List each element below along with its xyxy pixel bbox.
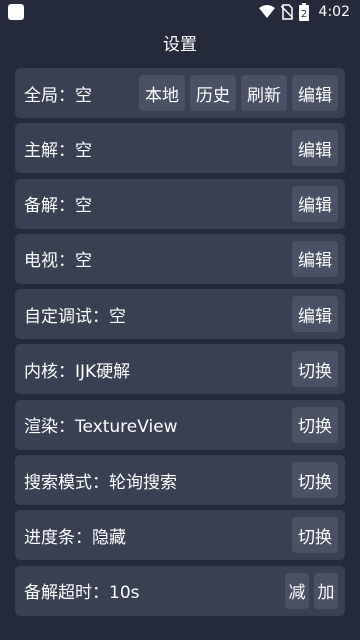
history-button[interactable]: 历史 — [190, 75, 236, 111]
edit-button[interactable]: 编辑 — [292, 296, 338, 333]
settings-list: 全局：空 本地 历史 刷新 编辑 主解：空 编辑 备解：空 编辑 电视：空 编辑 自定调试：空 编辑 内核… — [15, 68, 345, 621]
no-sim-icon — [280, 4, 293, 20]
switch-button[interactable]: 切换 — [292, 351, 338, 388]
setting-actions: 切换 — [292, 462, 338, 499]
setting-label: 备解超时：10s — [24, 583, 140, 604]
setting-label: 电视：空 — [24, 251, 92, 272]
setting-label: 备解：空 — [24, 196, 92, 217]
setting-label: 全局：空 — [24, 85, 92, 106]
setting-actions: 编辑 — [292, 240, 338, 277]
setting-actions: 编辑 — [292, 130, 338, 167]
setting-actions: 编辑 — [292, 296, 338, 333]
switch-button[interactable]: 切换 — [292, 462, 338, 499]
setting-label: 内核：IJK硬解 — [24, 361, 131, 382]
setting-row-tv: 电视：空 编辑 — [15, 233, 345, 284]
setting-row-progress-bar: 进度条：隐藏 切换 — [15, 510, 345, 561]
setting-row-primary-parser: 主解：空 编辑 — [15, 123, 345, 174]
setting-row-global: 全局：空 本地 历史 刷新 编辑 — [15, 68, 345, 118]
switch-button[interactable]: 切换 — [292, 406, 338, 443]
edit-button[interactable]: 编辑 — [292, 185, 338, 222]
setting-row-renderer: 渲染：TextureView 切换 — [15, 399, 345, 450]
increase-button[interactable]: 加 — [314, 572, 338, 609]
edit-button[interactable]: 编辑 — [292, 130, 338, 167]
setting-row-search-mode: 搜索模式：轮询搜索 切换 — [15, 455, 345, 506]
switch-button[interactable]: 切换 — [292, 517, 338, 554]
status-bar: 2 4:02 — [0, 0, 360, 24]
page-title: 设置 — [163, 35, 197, 55]
clock-time: 4:02 — [318, 4, 350, 20]
setting-row-custom-debug: 自定调试：空 编辑 — [15, 289, 345, 340]
battery-icon: 2 — [298, 3, 309, 21]
setting-label: 进度条：隐藏 — [24, 527, 126, 548]
setting-label: 搜索模式：轮询搜索 — [24, 472, 177, 493]
edit-button[interactable]: 编辑 — [292, 75, 338, 111]
setting-label: 主解：空 — [24, 140, 92, 161]
setting-actions: 切换 — [292, 406, 338, 443]
setting-row-backup-parser: 备解：空 编辑 — [15, 178, 345, 229]
setting-row-backup-timeout: 备解超时：10s 减加 — [15, 565, 345, 616]
setting-actions: 减加 — [285, 572, 338, 609]
setting-row-player-core: 内核：IJK硬解 切换 — [15, 344, 345, 395]
setting-actions: 切换 — [292, 351, 338, 388]
setting-label: 渲染：TextureView — [24, 417, 178, 438]
setting-actions: 编辑 — [292, 185, 338, 222]
app-notification-icon — [8, 4, 24, 20]
decrease-button[interactable]: 减 — [285, 572, 309, 609]
edit-button[interactable]: 编辑 — [292, 240, 338, 277]
wifi-icon — [258, 5, 275, 18]
refresh-button[interactable]: 刷新 — [241, 75, 287, 111]
setting-actions: 本地 历史 刷新 编辑 — [139, 75, 338, 111]
status-icons: 2 4:02 — [258, 2, 350, 22]
setting-label: 自定调试：空 — [24, 306, 126, 327]
setting-actions: 切换 — [292, 517, 338, 554]
local-button[interactable]: 本地 — [139, 75, 185, 111]
battery-level-text: 2 — [300, 9, 306, 20]
